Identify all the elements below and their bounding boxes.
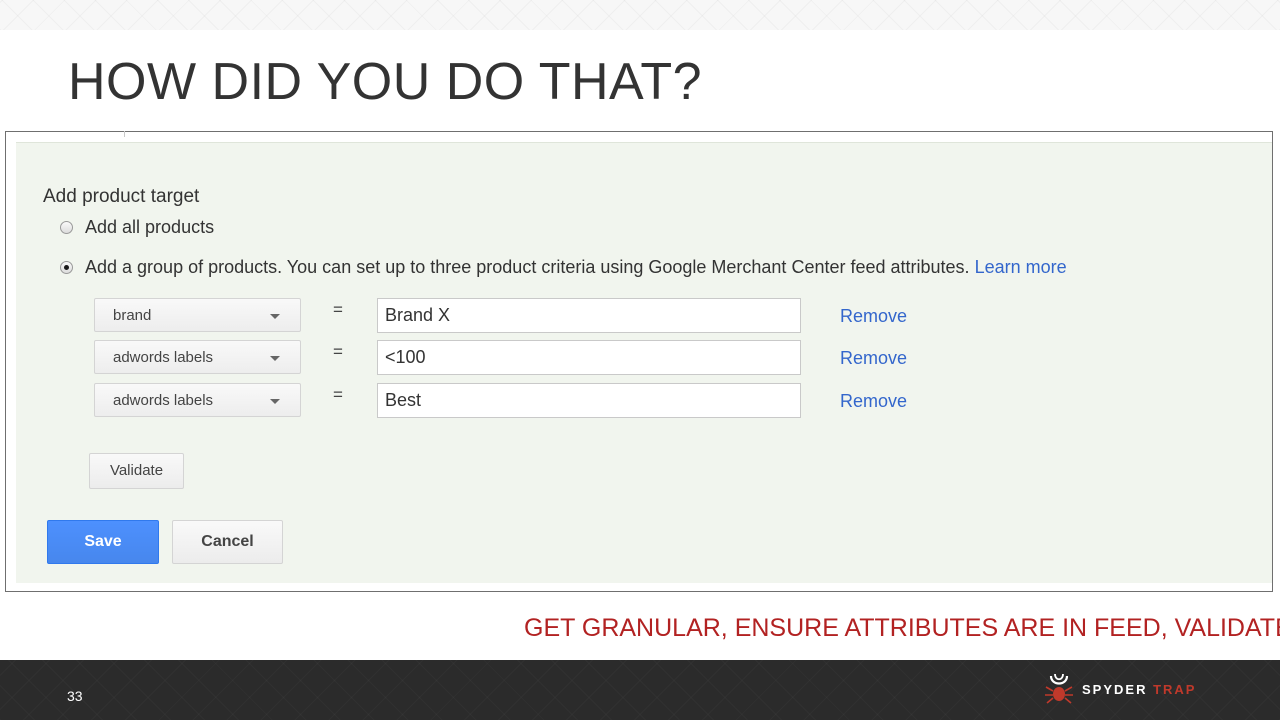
operator: =: [333, 300, 343, 319]
save-button[interactable]: Save: [47, 520, 159, 564]
remove-link[interactable]: Remove: [840, 391, 907, 412]
spider-icon: [1045, 673, 1073, 704]
learn-more-link[interactable]: Learn more: [975, 257, 1067, 277]
criterion-value-input[interactable]: [377, 383, 801, 418]
operator: =: [333, 385, 343, 404]
attribute-dropdown[interactable]: brand: [94, 298, 301, 332]
criterion-row: adwords labels = Remove: [94, 383, 1194, 419]
attribute-selected: adwords labels: [113, 349, 214, 366]
option-label: Add a group of products. You can set up …: [85, 257, 970, 277]
chevron-down-icon: [270, 356, 280, 361]
logo-word-spyder: SPYDER: [1082, 682, 1148, 697]
cancel-button[interactable]: Cancel: [172, 520, 283, 564]
criterion-row: adwords labels = Remove: [94, 340, 1194, 376]
validate-button[interactable]: Validate: [89, 453, 184, 489]
slide-title: HOW DID YOU DO THAT?: [68, 53, 703, 111]
option-add-group-of-products[interactable]: Add a group of products. You can set up …: [60, 257, 1067, 278]
remove-link[interactable]: Remove: [840, 348, 907, 369]
criterion-row: brand = Remove: [94, 298, 1194, 334]
attribute-selected: adwords labels: [113, 392, 214, 409]
spyder-trap-logo: SPYDER TRAP: [1042, 672, 1242, 706]
page-number: 33: [67, 688, 83, 704]
radio-add-all-products[interactable]: [60, 221, 73, 234]
top-pattern-band: [0, 0, 1280, 30]
logo-word-trap: TRAP: [1153, 682, 1197, 697]
footer-bar: 33 SPYDER TRAP: [0, 660, 1280, 720]
radio-add-group-of-products[interactable]: [60, 261, 73, 274]
option-label: Add all products: [85, 217, 215, 237]
panel-title: Add product target: [43, 186, 200, 207]
operator: =: [333, 342, 343, 361]
logo-wordmark: SPYDER TRAP: [1082, 682, 1196, 697]
attribute-dropdown[interactable]: adwords labels: [94, 383, 301, 417]
option-add-all-products[interactable]: Add all products: [60, 217, 214, 238]
criterion-value-input[interactable]: [377, 298, 801, 333]
attribute-dropdown[interactable]: adwords labels: [94, 340, 301, 374]
criterion-value-input[interactable]: [377, 340, 801, 375]
frame-tick-mark: [124, 131, 125, 137]
chevron-down-icon: [270, 399, 280, 404]
chevron-down-icon: [270, 314, 280, 319]
screenshot-frame: Add product target Add all products Add …: [5, 131, 1273, 592]
remove-link[interactable]: Remove: [840, 306, 907, 327]
slide-tagline: GET GRANULAR, ENSURE ATTRIBUTES ARE IN F…: [524, 614, 1280, 642]
attribute-selected: brand: [113, 307, 152, 324]
add-product-target-panel: Add product target Add all products Add …: [16, 142, 1272, 583]
